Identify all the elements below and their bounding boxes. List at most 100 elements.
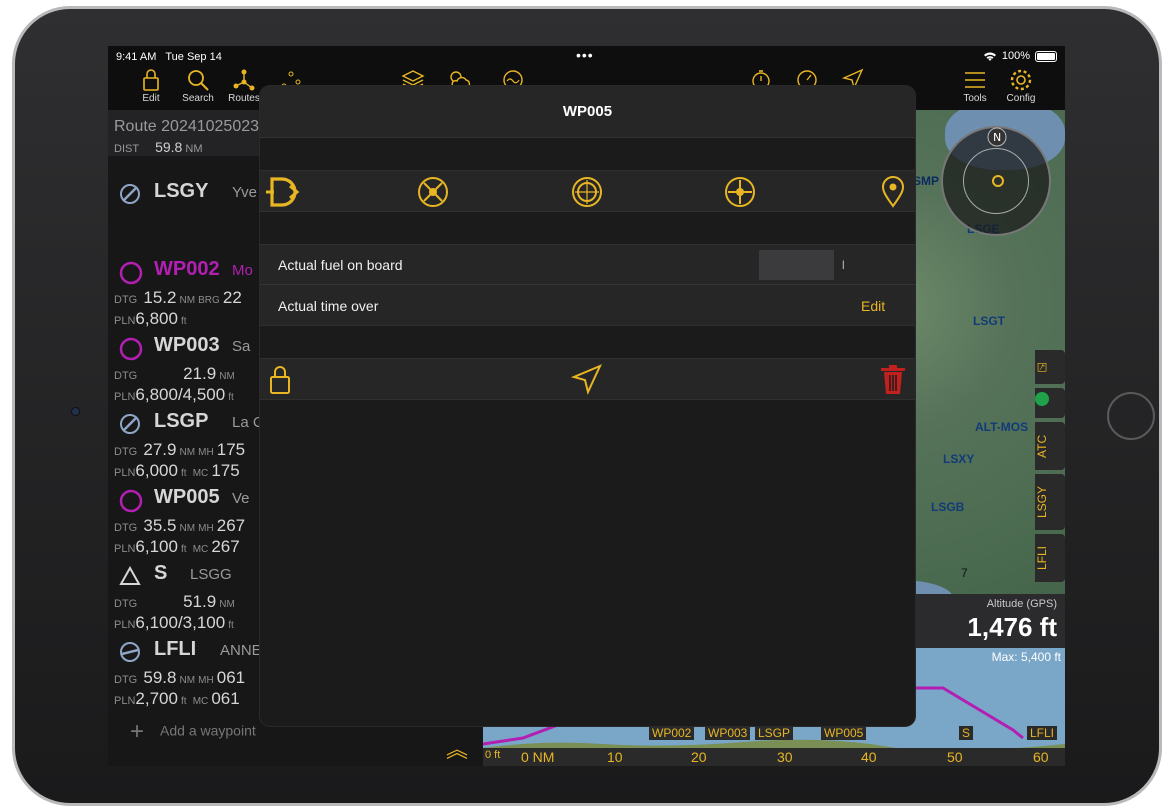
side-tab-lsgy[interactable]: LSGY xyxy=(1035,474,1065,530)
map-airport-alt-mos[interactable]: ALT-MOS xyxy=(975,420,1028,434)
lock-button[interactable] xyxy=(268,363,292,400)
navigate-icon xyxy=(570,364,602,395)
waypoint-dtg: DTG 27.9 NM MH 175 xyxy=(114,440,246,459)
crossed-waypoint-button[interactable] xyxy=(417,176,449,213)
screen: 9:41 AM Tue Sep 14 ••• 100% Edit Search … xyxy=(108,46,1065,766)
map-airport-lsgt[interactable]: LSGT xyxy=(973,314,1005,328)
map-pin-button[interactable] xyxy=(881,176,905,213)
direct-to-button[interactable] xyxy=(264,176,304,213)
map-label-smp: SMP xyxy=(913,174,940,188)
waypoint-pln: PLN6,100/3,100 ft xyxy=(114,613,234,632)
airport-icon xyxy=(120,184,140,204)
north-indicator-icon: N xyxy=(987,127,1007,147)
fuel-label: Actual fuel on board xyxy=(278,257,403,273)
config-button[interactable]: Config xyxy=(998,68,1044,104)
distance-ruler: 0 ft 0 NM 10 20 30 40 50 60 xyxy=(483,748,1065,766)
route-icon xyxy=(233,69,255,91)
navigate-button[interactable] xyxy=(570,363,603,400)
waypoint-bottom-actions xyxy=(260,358,915,400)
tools-button[interactable]: Tools xyxy=(952,68,998,104)
ruler-tick: 10 xyxy=(607,749,623,765)
plus-icon: + xyxy=(130,718,145,745)
side-tab-status[interactable] xyxy=(1035,388,1065,418)
direct-to-icon xyxy=(266,177,300,207)
waypoint-pln: PLN6,800 ft xyxy=(114,309,187,328)
waypoint-dtg: DTG 35.5 NM MH 267 xyxy=(114,516,246,535)
ruler-tick: 50 xyxy=(947,749,963,765)
map-airport-lsgb[interactable]: LSGB xyxy=(931,500,964,514)
waypoint-dtg: DTG 51.9 NM xyxy=(114,592,235,611)
search-label: Search xyxy=(182,93,214,104)
profile-label-lsgp: LSGP xyxy=(755,726,794,740)
waypoint-pln: PLN6,100 ft MC 267 xyxy=(114,537,240,556)
delete-button[interactable] xyxy=(880,363,906,400)
search-button[interactable]: Search xyxy=(175,68,221,104)
waypoint-circle-icon xyxy=(119,337,143,361)
side-tab-lfli[interactable]: LFLI xyxy=(1035,534,1065,582)
menu-icon xyxy=(965,72,985,88)
profile-label-wp003: WP003 xyxy=(705,726,751,740)
profile-label-s: S xyxy=(959,726,974,740)
svg-text:N: N xyxy=(993,131,1001,144)
ruler-tick: 20 xyxy=(691,749,707,765)
map-scale-label: 7 xyxy=(961,566,968,580)
altitude-widget[interactable]: Altitude (GPS) 1,476 ft xyxy=(915,594,1065,648)
tools-label: Tools xyxy=(963,93,987,104)
airport-icon xyxy=(120,414,140,434)
profile-label-lfli: LFLI xyxy=(1027,726,1058,740)
waypoint-dtg: DTG 59.8 NM MH 061 xyxy=(114,668,246,687)
status-right: 100% xyxy=(983,50,1057,62)
time-over-edit-button[interactable]: Edit xyxy=(861,298,885,314)
fuel-field-row: Actual fuel on board l xyxy=(260,245,915,285)
compass-rose[interactable]: N xyxy=(941,126,1051,236)
waypoint-name: WP003 xyxy=(154,334,220,356)
ruler-tick: 40 xyxy=(861,749,877,765)
waypoint-desc: Yve xyxy=(232,184,258,201)
altitude-label: Altitude (GPS) xyxy=(986,598,1057,610)
waypoint-desc: Mo xyxy=(232,262,253,279)
target-button[interactable] xyxy=(571,176,603,213)
waypoint-desc: Ve xyxy=(232,490,250,507)
ruler-tick: 60 xyxy=(1033,749,1049,765)
waypoint-name: LFLI xyxy=(154,638,197,660)
waypoint-dtg: DTG 21.9 NM xyxy=(114,364,235,383)
center-map-button[interactable] xyxy=(724,176,756,213)
battery-icon xyxy=(1035,50,1057,62)
side-tab-checklist[interactable]: ☑ xyxy=(1035,350,1065,384)
waypoint-name: LSGP xyxy=(154,410,209,432)
camera xyxy=(71,407,80,416)
waypoint-name: LSGY xyxy=(154,180,209,202)
status-bar: 9:41 AM Tue Sep 14 ••• 100% xyxy=(108,46,1065,68)
crossed-waypoint-icon xyxy=(418,177,448,207)
trash-icon xyxy=(881,365,905,394)
config-label: Config xyxy=(1006,93,1036,104)
waypoint-circle-icon xyxy=(119,489,143,513)
multitask-dots[interactable]: ••• xyxy=(576,47,594,63)
home-button[interactable] xyxy=(1107,392,1155,440)
fuel-unit: l xyxy=(842,258,845,272)
ruler-tick: 30 xyxy=(777,749,793,765)
side-tab-atc[interactable]: ATC xyxy=(1035,422,1065,470)
profile-label-wp002: WP002 xyxy=(649,726,695,740)
waypoint-dtg: DTG 15.2 NM BRG 22 xyxy=(114,288,242,307)
aircraft-position-icon xyxy=(992,175,1004,187)
edit-button[interactable]: Edit xyxy=(128,68,174,104)
reporting-point-icon xyxy=(119,565,141,585)
airport-icon xyxy=(120,642,140,662)
waypoint-name: WP002 xyxy=(154,258,220,280)
wifi-icon xyxy=(983,52,996,61)
waypoint-fields: Actual fuel on board l Actual time over … xyxy=(260,244,915,326)
waypoint-modal: WP005 Actual fuel on board l Actual time… xyxy=(260,86,915,726)
waypoint-desc: Sa xyxy=(232,338,251,355)
map-pin-icon xyxy=(881,176,905,208)
waypoint-name: WP005 xyxy=(154,486,220,508)
ruler-tick: 0 NM xyxy=(521,749,555,765)
map-airport-lsxy[interactable]: LSXY xyxy=(943,452,974,466)
fuel-input[interactable] xyxy=(759,250,834,280)
target-circle-icon xyxy=(572,177,602,207)
add-waypoint-button[interactable]: + Add a waypoint xyxy=(130,718,256,746)
time-over-row: Actual time over Edit xyxy=(260,286,915,326)
waypoint-pln: PLN2,700 ft MC 061 xyxy=(114,689,240,708)
collapse-chevron-icon[interactable]: ︽ xyxy=(446,732,468,764)
waypoint-desc: LSGG xyxy=(190,566,232,583)
